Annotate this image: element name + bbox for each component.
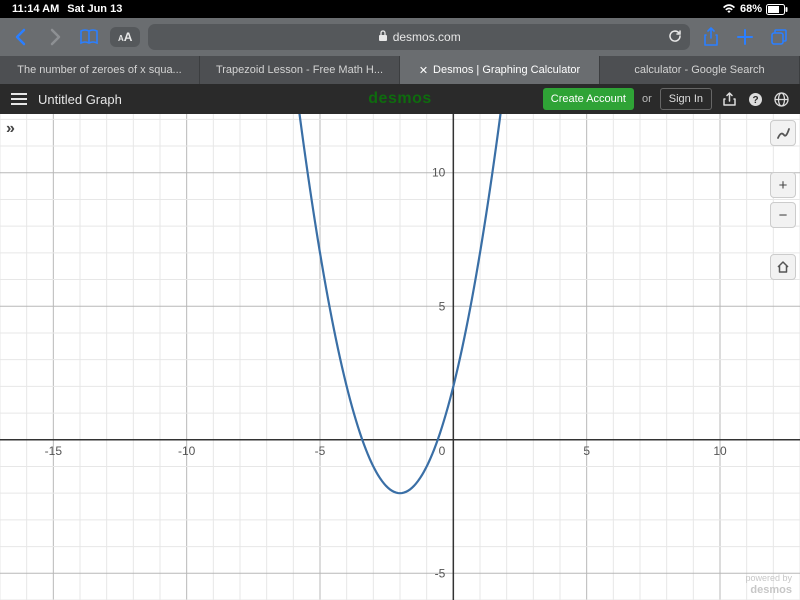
home-button[interactable] [770,254,796,280]
tab-3[interactable]: calculator - Google Search [600,56,800,84]
tab-label: The number of zeroes of x squa... [17,64,181,76]
create-account-button[interactable]: Create Account [543,88,634,110]
svg-text:5: 5 [439,299,446,313]
svg-text:10: 10 [713,444,727,458]
desmos-header: Untitled Graph desmos Create Account or … [0,84,800,114]
menu-button[interactable] [10,90,28,108]
zoom-in-button[interactable]: + [770,172,796,198]
graph-title[interactable]: Untitled Graph [38,92,122,107]
wifi-icon [722,4,736,14]
safari-toolbar: AA desmos.com [0,18,800,56]
graph-svg: -15 -10 -5 5 10 -5 5 10 0 [0,114,800,600]
sign-in-button[interactable]: Sign In [660,88,712,110]
tab-0[interactable]: The number of zeroes of x squa... [0,56,200,84]
zoom-out-button[interactable]: − [770,202,796,228]
language-button[interactable] [772,90,790,108]
status-time: 11:14 AM [12,3,59,15]
share-button[interactable] [698,24,724,50]
svg-text:-10: -10 [178,444,196,458]
tab-2[interactable]: ✕ Desmos | Graphing Calculator [400,56,600,84]
battery-percent: 68% [740,3,762,15]
bookmarks-button[interactable] [76,24,102,50]
lock-icon [378,30,388,45]
or-label: or [642,93,652,105]
forward-button[interactable] [42,24,68,50]
svg-text:-5: -5 [435,566,446,580]
refresh-icon[interactable] [668,29,682,46]
close-icon[interactable]: ✕ [419,64,428,77]
svg-text:10: 10 [432,166,446,180]
tab-label: Trapezoid Lesson - Free Math H... [216,64,383,76]
text-size-button[interactable]: AA [110,27,140,47]
graph-canvas[interactable]: » + − -15 -10 -5 5 10 -5 5 10 0 powered by desmo… [0,114,800,600]
expand-panel-button[interactable]: » [6,120,15,138]
share-graph-button[interactable] [720,90,738,108]
url-host: desmos.com [393,30,461,44]
help-button[interactable]: ? [746,90,764,108]
svg-text:0: 0 [439,444,446,458]
back-button[interactable] [8,24,34,50]
tab-strip: The number of zeroes of x squa... Trapez… [0,56,800,84]
settings-button[interactable] [770,120,796,146]
svg-text:5: 5 [583,444,590,458]
url-bar[interactable]: desmos.com [148,24,690,50]
status-date: Sat Jun 13 [67,3,122,15]
svg-text:-15: -15 [45,444,63,458]
ipad-status-bar: 11:14 AM Sat Jun 13 68% [0,0,800,18]
svg-text:-5: -5 [315,444,326,458]
powered-by: powered by desmos [745,574,792,596]
battery-icon [766,4,788,15]
tabs-button[interactable] [766,24,792,50]
desmos-logo: desmos [368,90,431,108]
svg-text:?: ? [752,95,758,106]
tab-label: calculator - Google Search [634,64,764,76]
graph-controls: + − [770,120,796,280]
new-tab-button[interactable] [732,24,758,50]
tab-1[interactable]: Trapezoid Lesson - Free Math H... [200,56,400,84]
tab-label: Desmos | Graphing Calculator [433,64,580,76]
